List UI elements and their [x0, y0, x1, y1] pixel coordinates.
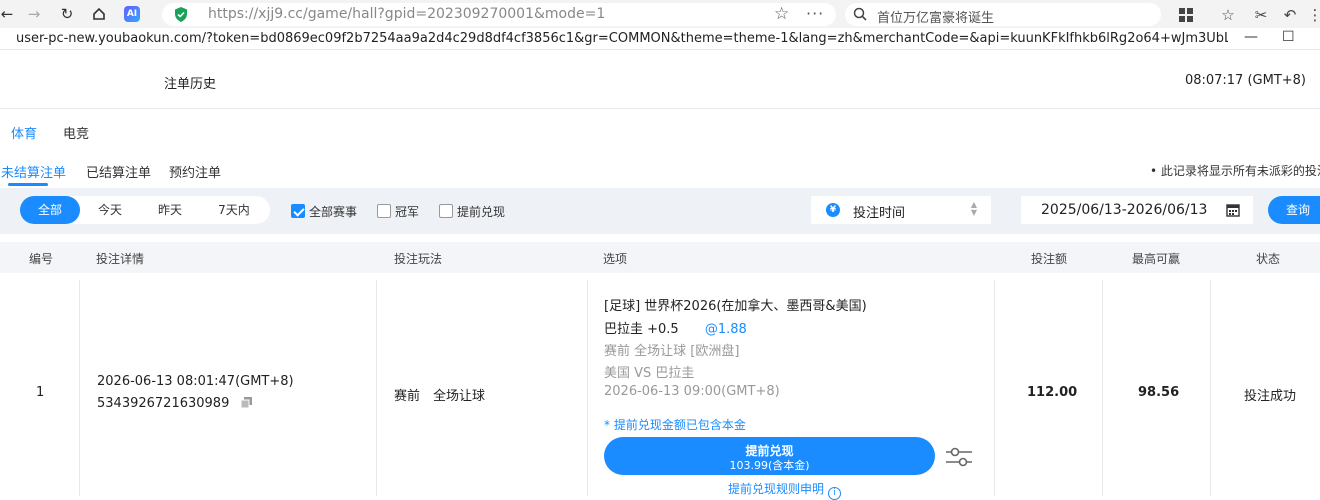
period-today[interactable]: 今天: [84, 196, 136, 224]
undo-icon[interactable]: ↶: [1281, 6, 1299, 24]
tab-settled[interactable]: 已结算注单: [86, 162, 151, 181]
pick-wrap: 巴拉圭 +0.5 @1.88: [604, 318, 747, 337]
cashout-rules-link[interactable]: 提前兑现规则申明 i: [728, 480, 842, 500]
all-events-checkbox[interactable]: 全部赛事: [291, 202, 357, 220]
kickoff-time: 2026-06-13 09:00(GMT+8): [604, 384, 780, 399]
reload-icon[interactable]: ↻: [58, 5, 76, 23]
query-button[interactable]: 查询: [1268, 196, 1320, 224]
tab-reserved[interactable]: 预约注单: [169, 162, 221, 181]
sort-select[interactable]: ¥ 投注时间 ▲ ▼: [811, 196, 991, 224]
copy-icon[interactable]: [241, 397, 253, 408]
bet-id: 5343926721630989: [97, 396, 230, 411]
yen-icon: ¥: [826, 203, 840, 217]
checkbox-unchecked[interactable]: [439, 204, 453, 218]
tab-sports[interactable]: 体育: [11, 123, 37, 142]
favorites-icon[interactable]: ☆: [1219, 6, 1237, 24]
home-icon[interactable]: [90, 5, 108, 23]
date-range-text: 2025/06/13-2026/06/13: [1041, 202, 1208, 218]
date-range-input[interactable]: 2025/06/13-2026/06/13: [1021, 196, 1253, 224]
minimize-icon[interactable]: —: [1244, 29, 1258, 45]
pick: 巴拉圭 +0.5: [604, 322, 679, 337]
notice-text: • 此记录将显示所有未派彩的投注: [1150, 164, 1320, 178]
checkbox-label: 冠军: [395, 204, 420, 219]
table-row: 1 2026-06-13 08:01:47(GMT+8) 53439267216…: [0, 280, 1320, 500]
filter-bar: 全部 今天 昨天 7天内 全部赛事 冠军 提前兑现 ¥ 投注时间 ▲ ▼ 2025…: [0, 188, 1320, 234]
col-stake: 投注额: [1031, 252, 1068, 266]
checkbox-unchecked[interactable]: [377, 204, 391, 218]
sort-arrows-icon: ▲ ▼: [970, 200, 977, 217]
active-tab-indicator: [8, 183, 48, 186]
bet-time: 2026-06-13 08:01:47(GMT+8): [97, 374, 294, 389]
search-icon: [853, 7, 867, 21]
stake: 112.00: [1027, 385, 1078, 400]
search-input[interactable]: 首位万亿富豪将诞生: [845, 3, 1161, 26]
match: 美国 VS 巴拉圭: [604, 366, 695, 381]
divider: [376, 280, 377, 496]
tab-unsettled[interactable]: 未结算注单: [1, 162, 66, 181]
divider: [1210, 280, 1211, 496]
browser-toolbar: ← → ↻ AI https://xjj9.cc/game/hall?gpid=…: [0, 0, 1320, 28]
checkbox-checked[interactable]: [291, 204, 305, 218]
cashout-slider-icon[interactable]: [946, 446, 972, 468]
bet-status-tabs: 未结算注单 已结算注单 预约注单 • 此记录将显示所有未派彩的投注: [0, 150, 1320, 188]
row-number: 1: [36, 385, 45, 400]
champion-checkbox[interactable]: 冠军: [377, 202, 419, 220]
calendar-icon[interactable]: [1226, 203, 1240, 217]
early-cashout-checkbox[interactable]: 提前兑现: [439, 202, 505, 220]
bet-id-wrap: 5343926721630989: [97, 396, 253, 411]
cashout-note: * 提前兑现金额已包含本金: [604, 418, 746, 432]
extension-icon[interactable]: ⋮: [1306, 6, 1320, 24]
popup-url-text: user-pc-new.youbaokun.com/?token=bd0869e…: [16, 31, 1228, 46]
period-yesterday[interactable]: 昨天: [144, 196, 196, 224]
more-icon[interactable]: ···: [806, 4, 824, 23]
play-type: 赛前 全场让球: [394, 389, 486, 404]
url-text: https://xjj9.cc/game/hall?gpid=202309270…: [208, 6, 606, 22]
period-all[interactable]: 全部: [20, 196, 80, 224]
divider: [1102, 280, 1103, 496]
info-icon: i: [828, 487, 842, 500]
rules-link-text: 提前兑现规则申明: [728, 482, 825, 496]
back-icon[interactable]: ←: [0, 5, 16, 23]
col-no: 编号: [29, 252, 54, 266]
divider: [587, 280, 588, 496]
status-text: 投注成功: [1244, 389, 1297, 404]
app-header: 注单历史 08:07:17 (GMT+8): [0, 51, 1320, 109]
divider: [79, 280, 80, 496]
scissors-icon[interactable]: ✂: [1252, 6, 1270, 24]
period-7days[interactable]: 7天内: [204, 196, 264, 224]
cashout-button[interactable]: 提前兑现 103.99(含本金): [604, 437, 935, 475]
search-placeholder: 首位万亿富豪将诞生: [877, 11, 995, 26]
col-selection: 选项: [603, 252, 628, 266]
bookmark-star-icon[interactable]: ☆: [774, 4, 789, 24]
maximize-icon[interactable]: ☐: [1282, 29, 1295, 45]
market: 赛前 全场让球 [欧洲盘]: [604, 344, 740, 359]
ai-icon[interactable]: AI: [123, 5, 141, 23]
period-segment: 全部 今天 昨天 7天内: [20, 196, 270, 224]
address-bar[interactable]: https://xjj9.cc/game/hall?gpid=202309270…: [162, 3, 836, 26]
col-play-type: 投注玩法: [394, 252, 443, 266]
checkbox-label: 提前兑现: [457, 204, 506, 219]
col-max-win: 最高可赢: [1132, 252, 1181, 266]
page-title: 注单历史: [164, 77, 217, 92]
col-bet-detail: 投注详情: [96, 252, 145, 266]
sport-tabs: 体育 电竞: [0, 110, 1320, 150]
tab-esports[interactable]: 电竞: [63, 123, 89, 142]
forward-icon[interactable]: →: [25, 5, 43, 23]
cashout-amount: 103.99(含本金): [729, 459, 810, 472]
col-status: 状态: [1256, 252, 1281, 266]
popup-url-bar: user-pc-new.youbaokun.com/?token=bd0869e…: [0, 28, 1320, 50]
sort-label: 投注时间: [853, 206, 906, 221]
clock: 08:07:17 (GMT+8): [1184, 73, 1306, 88]
odds: @1.88: [704, 322, 747, 337]
league: [足球] 世界杯2026(在加拿大、墨西哥&美国): [604, 299, 867, 314]
apps-grid-icon[interactable]: [1177, 6, 1195, 24]
checkbox-label: 全部赛事: [309, 204, 358, 219]
secure-shield-icon: [175, 7, 187, 22]
table-header: 编号 投注详情 投注玩法 选项 投注额 最高可赢 状态: [0, 242, 1320, 273]
divider: [994, 280, 995, 496]
max-win: 98.56: [1138, 385, 1180, 400]
